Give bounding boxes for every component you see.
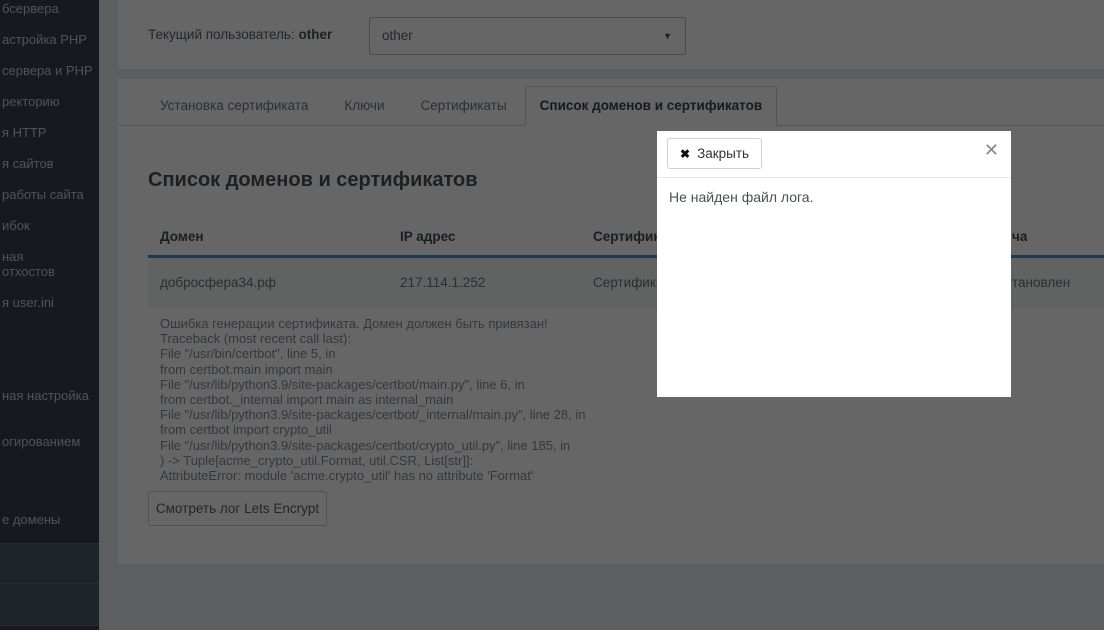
modal-header: ✖ Закрыть ✕	[657, 131, 1011, 178]
close-icon: ✖	[680, 147, 690, 161]
log-modal: ✖ Закрыть ✕ Не найден файл лога.	[657, 131, 1011, 397]
modal-close-button[interactable]: ✖ Закрыть	[667, 138, 762, 169]
modal-close-button-label: Закрыть	[697, 146, 749, 161]
modal-body: Не найден файл лога.	[657, 178, 1011, 216]
screen: бсервера астройка PHP сервера и PHP рект…	[0, 0, 1104, 630]
close-x-icon[interactable]: ✕	[984, 141, 999, 159]
modal-message: Не найден файл лога.	[669, 189, 813, 205]
